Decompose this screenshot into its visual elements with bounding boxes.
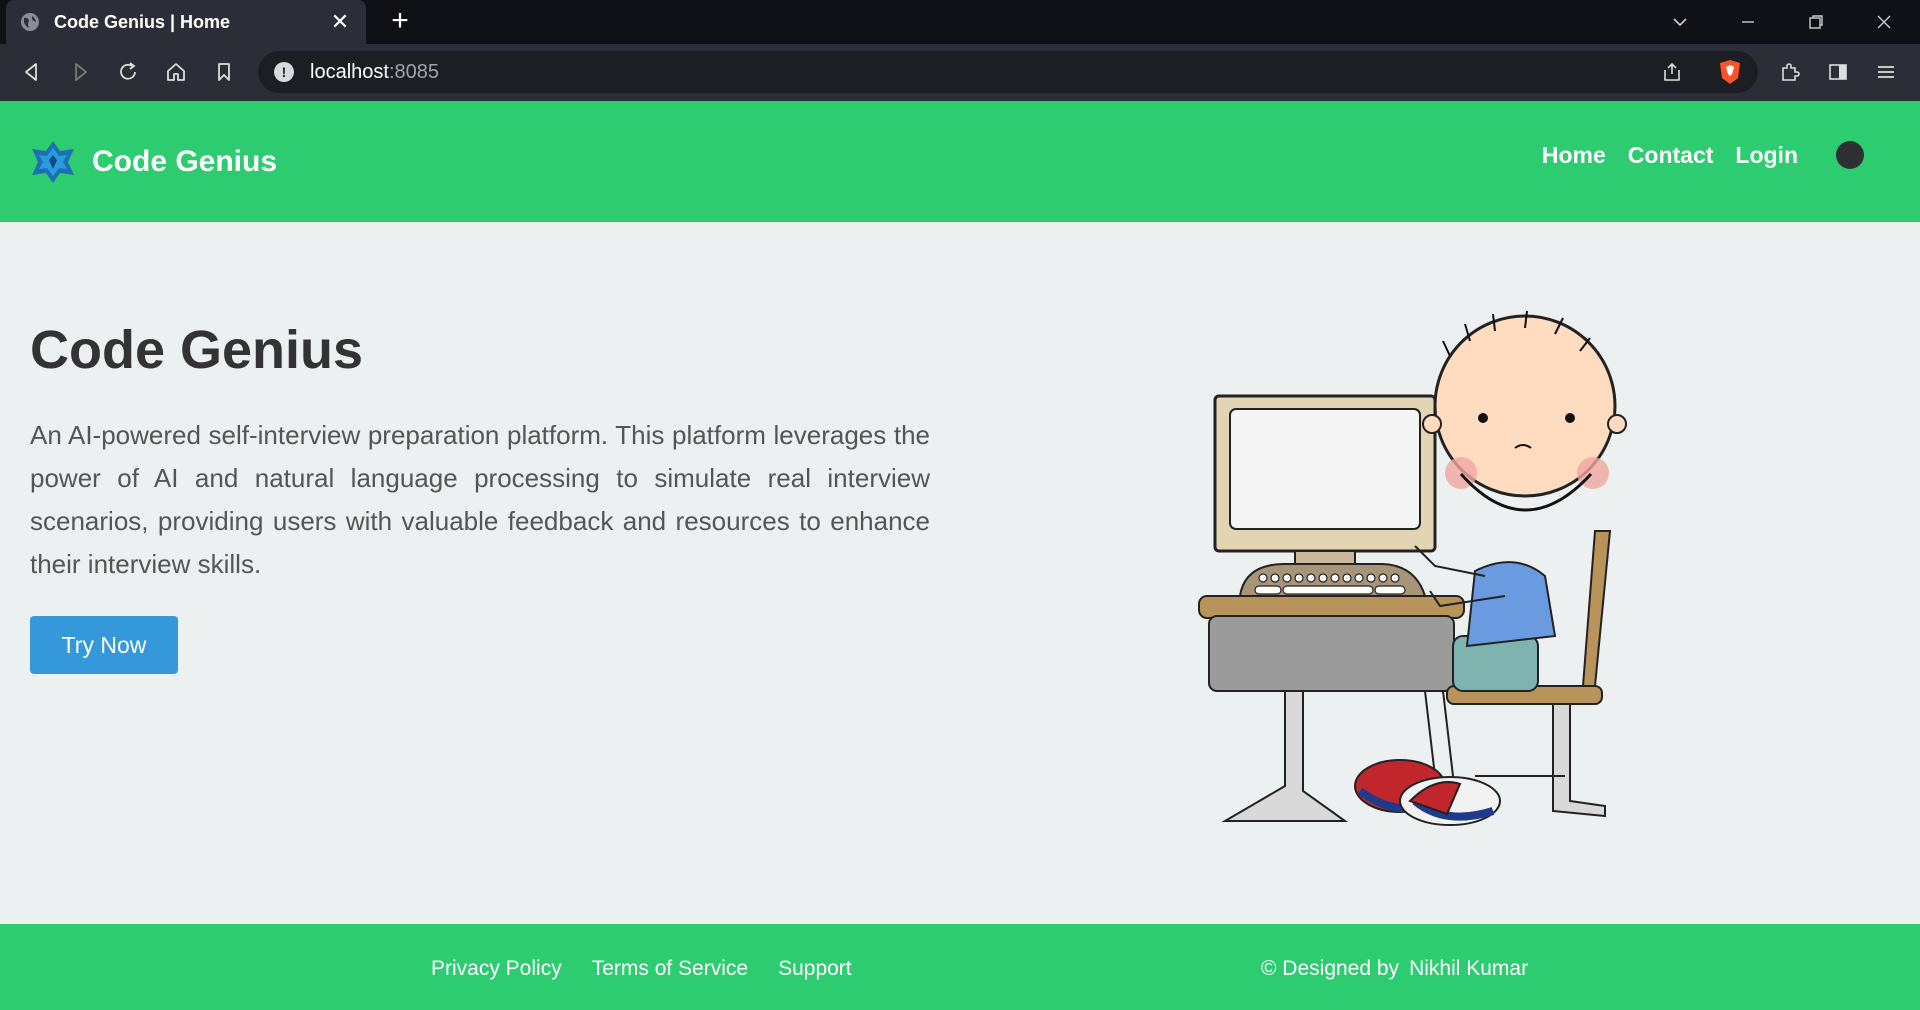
site-header: Code Genius Home Contact Login (0, 101, 1920, 222)
nav-login[interactable]: Login (1735, 142, 1798, 169)
page: Code Genius Home Contact Login Code Geni… (0, 101, 1920, 1010)
credit-prefix: © Designed by (1261, 957, 1400, 980)
browser-tab[interactable]: Code Genius | Home ✕ (6, 0, 366, 44)
share-icon[interactable] (1654, 54, 1690, 90)
site-footer: Privacy Policy Terms of Service Support … (0, 924, 1920, 1010)
browser-tab-bar: Code Genius | Home ✕ + (0, 0, 1920, 44)
terms-of-service-link[interactable]: Terms of Service (592, 957, 748, 981)
boy-at-computer-illustration (1198, 310, 1627, 826)
nav-home[interactable]: Home (1542, 142, 1606, 169)
logo-icon (32, 141, 74, 183)
theme-toggle[interactable] (1836, 141, 1864, 169)
extensions-icon[interactable] (1772, 54, 1808, 90)
brand-name: Code Genius (92, 145, 278, 178)
brand[interactable]: Code Genius (30, 139, 277, 185)
tab-title: Code Genius | Home (54, 11, 231, 32)
forward-icon[interactable] (62, 54, 98, 90)
reload-icon[interactable] (110, 54, 146, 90)
try-now-button[interactable]: Try Now (30, 616, 178, 674)
main-nav: Home Contact Login (1520, 141, 1864, 169)
browser-toolbar: ! localhost:8085 (0, 44, 1920, 101)
back-icon[interactable] (14, 54, 50, 90)
hero-title: Code Genius (30, 320, 364, 380)
close-tab-icon[interactable]: ✕ (328, 9, 352, 35)
credit-name: Nikhil Kumar (1409, 957, 1529, 980)
home-icon[interactable] (158, 54, 194, 90)
new-tab-icon[interactable]: + (384, 6, 416, 38)
tab-search-icon[interactable] (1652, 0, 1708, 44)
nav-contact[interactable]: Contact (1628, 142, 1714, 169)
url-port: :8085 (388, 60, 439, 83)
globe-icon (21, 13, 39, 31)
address-bar[interactable]: ! localhost:8085 (258, 51, 1758, 93)
hero-description: An AI-powered self-interview preparation… (30, 420, 930, 579)
restore-icon[interactable] (1788, 0, 1844, 44)
brave-shield-icon[interactable] (1712, 54, 1748, 90)
minimize-icon[interactable] (1720, 0, 1776, 44)
site-info-icon[interactable]: ! (274, 62, 294, 82)
privacy-policy-link[interactable]: Privacy Policy (431, 957, 562, 981)
url-host: localhost (310, 60, 389, 83)
support-link[interactable]: Support (778, 957, 852, 981)
footer-links: Privacy Policy Terms of Service Support (431, 957, 882, 981)
sidebar-toggle-icon[interactable] (1820, 54, 1856, 90)
bookmark-icon[interactable] (206, 54, 242, 90)
footer-credit: © Designed by Nikhil Kumar (1261, 957, 1528, 981)
close-window-icon[interactable] (1856, 0, 1912, 44)
menu-icon[interactable] (1868, 54, 1904, 90)
